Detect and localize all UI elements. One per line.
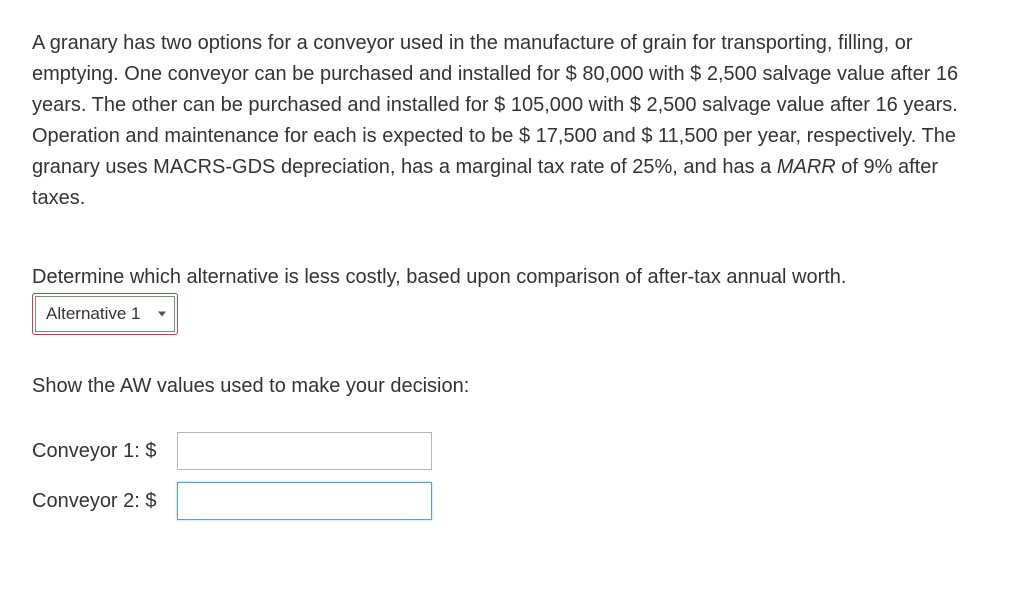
problem-marr-term: MARR	[777, 156, 836, 178]
question-prompt: Determine which alternative is less cost…	[32, 266, 846, 288]
alternative-select[interactable]: Alternative 1	[32, 293, 178, 335]
conveyor-2-input[interactable]	[177, 482, 432, 520]
conveyor-1-input[interactable]	[177, 432, 432, 470]
chevron-down-icon	[158, 312, 166, 317]
alternative-select-value: Alternative 1	[46, 304, 141, 323]
problem-statement: A granary has two options for a conveyor…	[32, 28, 990, 214]
question-row: Determine which alternative is less cost…	[32, 262, 990, 335]
conveyor-2-label: Conveyor 2: $	[32, 486, 177, 517]
conveyor-1-label: Conveyor 1: $	[32, 436, 177, 467]
conveyor-2-row: Conveyor 2: $	[32, 482, 990, 520]
instruction-text: Show the AW values used to make your dec…	[32, 371, 990, 402]
conveyor-1-row: Conveyor 1: $	[32, 432, 990, 470]
